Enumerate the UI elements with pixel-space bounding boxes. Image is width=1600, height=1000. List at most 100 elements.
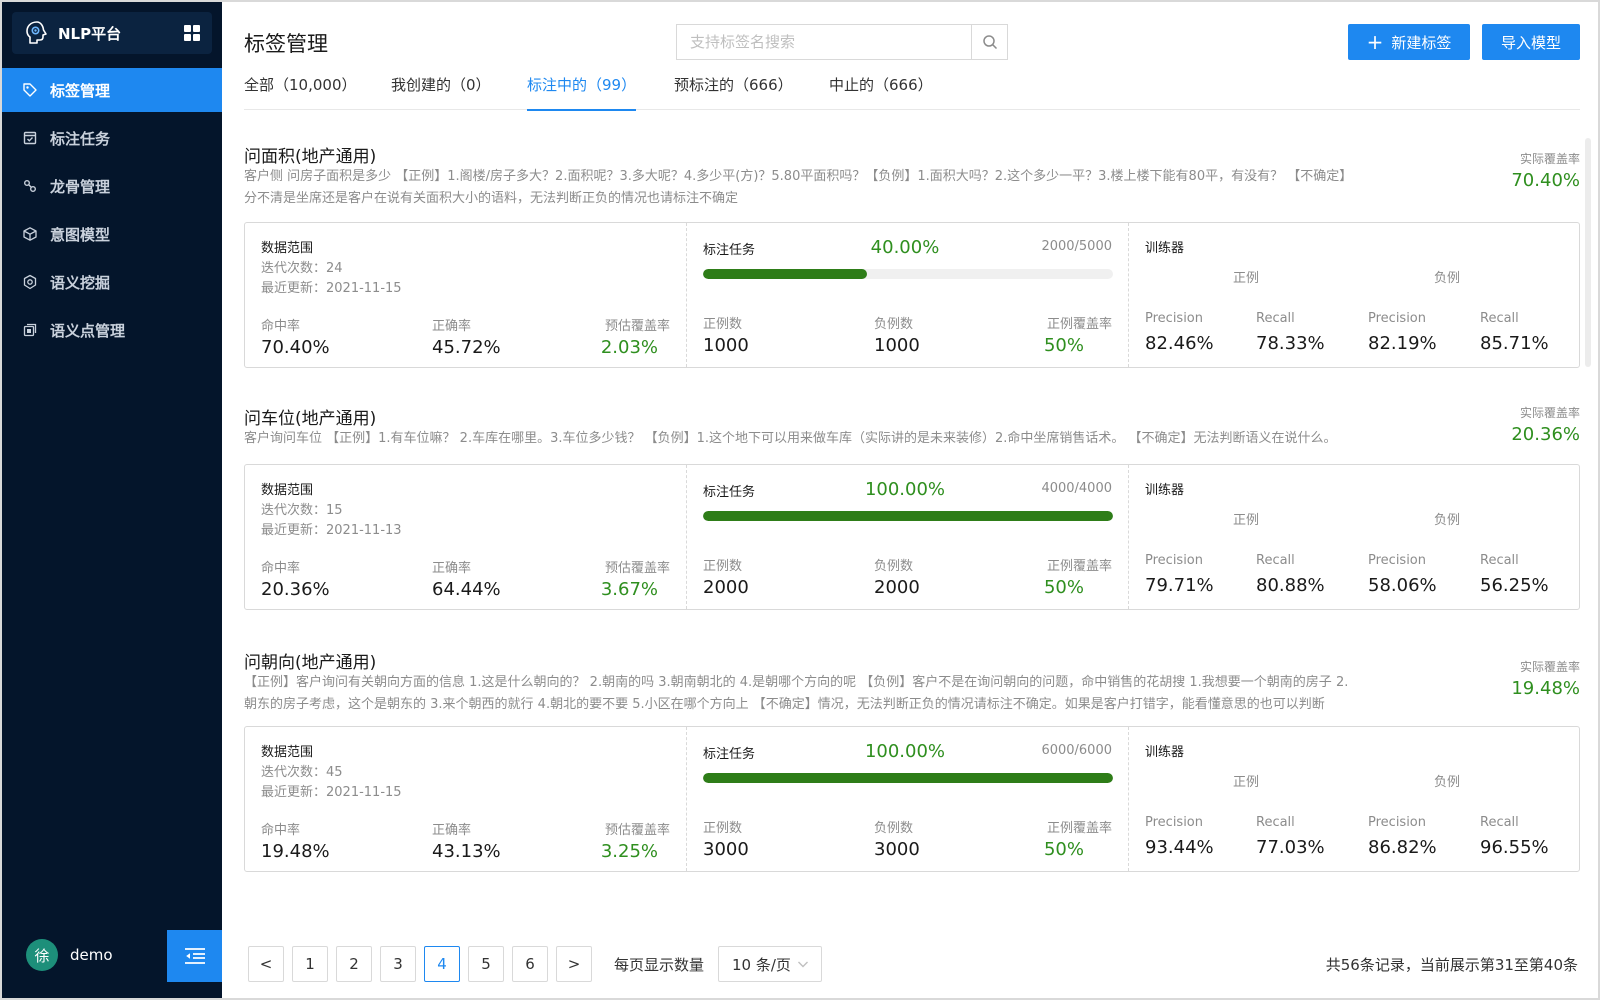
accuracy-value: 45.72% [432, 337, 501, 358]
task-percent: 40.00% [870, 237, 940, 258]
brain-logo-icon [26, 21, 47, 44]
data-range-title: 数据范围 [261, 483, 314, 498]
page-button-current[interactable]: 4 [424, 946, 460, 982]
tab-annotating[interactable]: 标注中的（99） [527, 74, 637, 111]
tab-all[interactable]: 全部（10,000） [244, 74, 357, 110]
cube-icon [22, 226, 38, 242]
pos-precision-value: 93.44% [1145, 837, 1214, 858]
accuracy-value: 64.44% [432, 579, 501, 600]
trainer-title: 训练器 [1145, 745, 1185, 760]
tab-stopped[interactable]: 中止的（666） [829, 74, 933, 110]
keel-icon [22, 178, 38, 194]
apps-grid-icon[interactable] [184, 25, 200, 41]
collapse-sidebar-button[interactable] [167, 930, 222, 982]
last-updated: 最近更新：2021-11-13 [261, 523, 402, 538]
sidebar-item-label: 标签管理 [50, 81, 111, 100]
sidebar-item-label-management[interactable]: 标签管理 [2, 68, 222, 112]
label-card: 问车位(地产通用) 客户询问车位 【正例】1.有车位嘛？ 2.车库在哪里。3.车… [244, 404, 1580, 612]
page-button[interactable]: 5 [468, 946, 504, 982]
label-description: 【正例】客户询问有关朝向方面的信息 1.这是什么朝向的？ 2.朝南的吗 3.朝南… [244, 675, 1349, 712]
next-page-button[interactable]: > [556, 946, 592, 982]
est-coverage-value: 3.67% [600, 579, 658, 600]
scrollbar[interactable] [1585, 138, 1591, 367]
sidebar-item-intent-model[interactable]: 意图模型 [2, 212, 222, 256]
tab-created-by-me[interactable]: 我创建的（0） [391, 74, 491, 110]
page-button[interactable]: 3 [380, 946, 416, 982]
search-input[interactable] [677, 25, 971, 59]
hit-rate-label: 命中率 [261, 319, 301, 334]
status-tabs: 全部（10,000） 我创建的（0） 标注中的（99） 预标注的（666） 中止… [244, 74, 1580, 111]
annotation-task-panel: 标注任务 100.00% 4000/4000 正例数 2000 负例数 2000… [687, 465, 1129, 609]
trainer-panel: 训练器 正例 负例 Precision 79.71% Recall 80.88%… [1129, 465, 1579, 609]
task-progress-fill [703, 511, 1113, 521]
label-card: 问面积(地产通用) 客户侧 问房子面积是多少 【正例】1.阁楼/房子多大？2.面… [244, 142, 1580, 368]
neg-recall-value: 96.55% [1480, 837, 1549, 858]
new-label-button[interactable]: + 新建标签 [1348, 24, 1470, 60]
user-info[interactable]: 徐 demo [26, 939, 113, 971]
sidebar-item-label: 意图模型 [50, 225, 111, 244]
sidebar-item-semantic-mining[interactable]: 语义挖掘 [2, 260, 222, 304]
neg-count-value: 1000 [874, 335, 920, 356]
est-coverage-value: 2.03% [600, 337, 658, 358]
pos-precision-label: Precision [1145, 311, 1204, 326]
neg-count-value: 3000 [874, 839, 920, 860]
trainer-title: 训练器 [1145, 241, 1185, 256]
page-button[interactable]: 6 [512, 946, 548, 982]
data-range-panel: 数据范围 迭代次数：45 最近更新：2021-11-15 命中率 19.48% … [245, 727, 687, 871]
search-icon [982, 35, 997, 50]
pos-recall-value: 80.88% [1256, 575, 1325, 596]
sidebar-item-annotation-task[interactable]: 标注任务 [2, 116, 222, 160]
neg-recall-value: 85.71% [1480, 333, 1549, 354]
search-button[interactable] [971, 25, 1007, 59]
label-title[interactable]: 问车位(地产通用) [244, 404, 376, 429]
pos-count-label: 正例数 [703, 317, 743, 332]
sidebar-item-semantic-point-management[interactable]: 语义点管理 [2, 308, 222, 352]
pos-coverage-value: 50% [1043, 839, 1084, 860]
tab-pre-annotated[interactable]: 预标注的（666） [674, 74, 793, 110]
tag-icon [22, 82, 38, 98]
trainer-panel: 训练器 正例 负例 Precision 82.46% Recall 78.33%… [1129, 223, 1579, 367]
task-percent: 100.00% [864, 479, 946, 500]
label-title[interactable]: 问朝向(地产通用) [244, 648, 376, 673]
neg-count-label: 负例数 [874, 821, 914, 836]
sidebar-item-keel-management[interactable]: 龙骨管理 [2, 164, 222, 208]
annotation-task-panel: 标注任务 40.00% 2000/5000 正例数 1000 负例数 1000 … [687, 223, 1129, 367]
est-coverage-value: 3.25% [600, 841, 658, 862]
data-range-title: 数据范围 [261, 241, 314, 256]
neg-count-value: 2000 [874, 577, 920, 598]
prev-page-button[interactable]: < [248, 946, 284, 982]
neg-recall-label: Recall [1480, 553, 1519, 568]
page-size-select[interactable]: 10 条/页 [718, 946, 822, 982]
avatar: 徐 [26, 939, 58, 971]
label-title[interactable]: 问面积(地产通用) [244, 142, 376, 167]
page-title: 标签管理 [244, 32, 328, 56]
task-progress-bar [703, 511, 1113, 521]
pos-coverage-label: 正例覆盖率 [1046, 559, 1112, 574]
page-button[interactable]: 1 [292, 946, 328, 982]
data-range-panel: 数据范围 迭代次数：24 最近更新：2021-11-15 命中率 70.40% … [245, 223, 687, 367]
est-coverage-label: 预估覆盖率 [604, 823, 670, 838]
sidebar-item-label: 龙骨管理 [50, 177, 111, 196]
pos-precision-value: 79.71% [1145, 575, 1214, 596]
positive-group-label: 正例 [1233, 513, 1260, 528]
neg-recall-value: 56.25% [1480, 575, 1549, 596]
actual-coverage-value: 20.36% [1511, 424, 1580, 445]
pos-recall-label: Recall [1256, 311, 1295, 326]
actual-coverage-label: 实际覆盖率 [1519, 660, 1580, 674]
stats-card: 数据范围 迭代次数：24 最近更新：2021-11-15 命中率 70.40% … [244, 222, 1580, 368]
new-label-text: 新建标签 [1391, 33, 1452, 52]
neg-precision-label: Precision [1368, 553, 1427, 568]
task-progress-fill [703, 269, 867, 279]
import-model-button[interactable]: 导入模型 [1482, 24, 1580, 60]
brand[interactable]: NLP平台 [12, 12, 212, 54]
trainer-panel: 训练器 正例 负例 Precision 93.44% Recall 77.03%… [1129, 727, 1579, 871]
pos-count-value: 2000 [703, 577, 749, 598]
page-size-value: 10 条/页 [732, 955, 791, 974]
label-description: 客户询问车位 【正例】1.有车位嘛？ 2.车库在哪里。3.车位多少钱？ 【负例】… [244, 431, 1337, 446]
app-name: NLP平台 [58, 24, 122, 43]
app-window: NLP平台 标签管理 标注任务 龙骨管理 意图模型 语义挖掘 语义点管理 徐 d… [0, 0, 1600, 1000]
task-count: 2000/5000 [1041, 239, 1112, 254]
label-card: 问朝向(地产通用) 【正例】客户询问有关朝向方面的信息 1.这是什么朝向的？ 2… [244, 648, 1580, 878]
pos-coverage-value: 50% [1043, 577, 1084, 598]
page-button[interactable]: 2 [336, 946, 372, 982]
